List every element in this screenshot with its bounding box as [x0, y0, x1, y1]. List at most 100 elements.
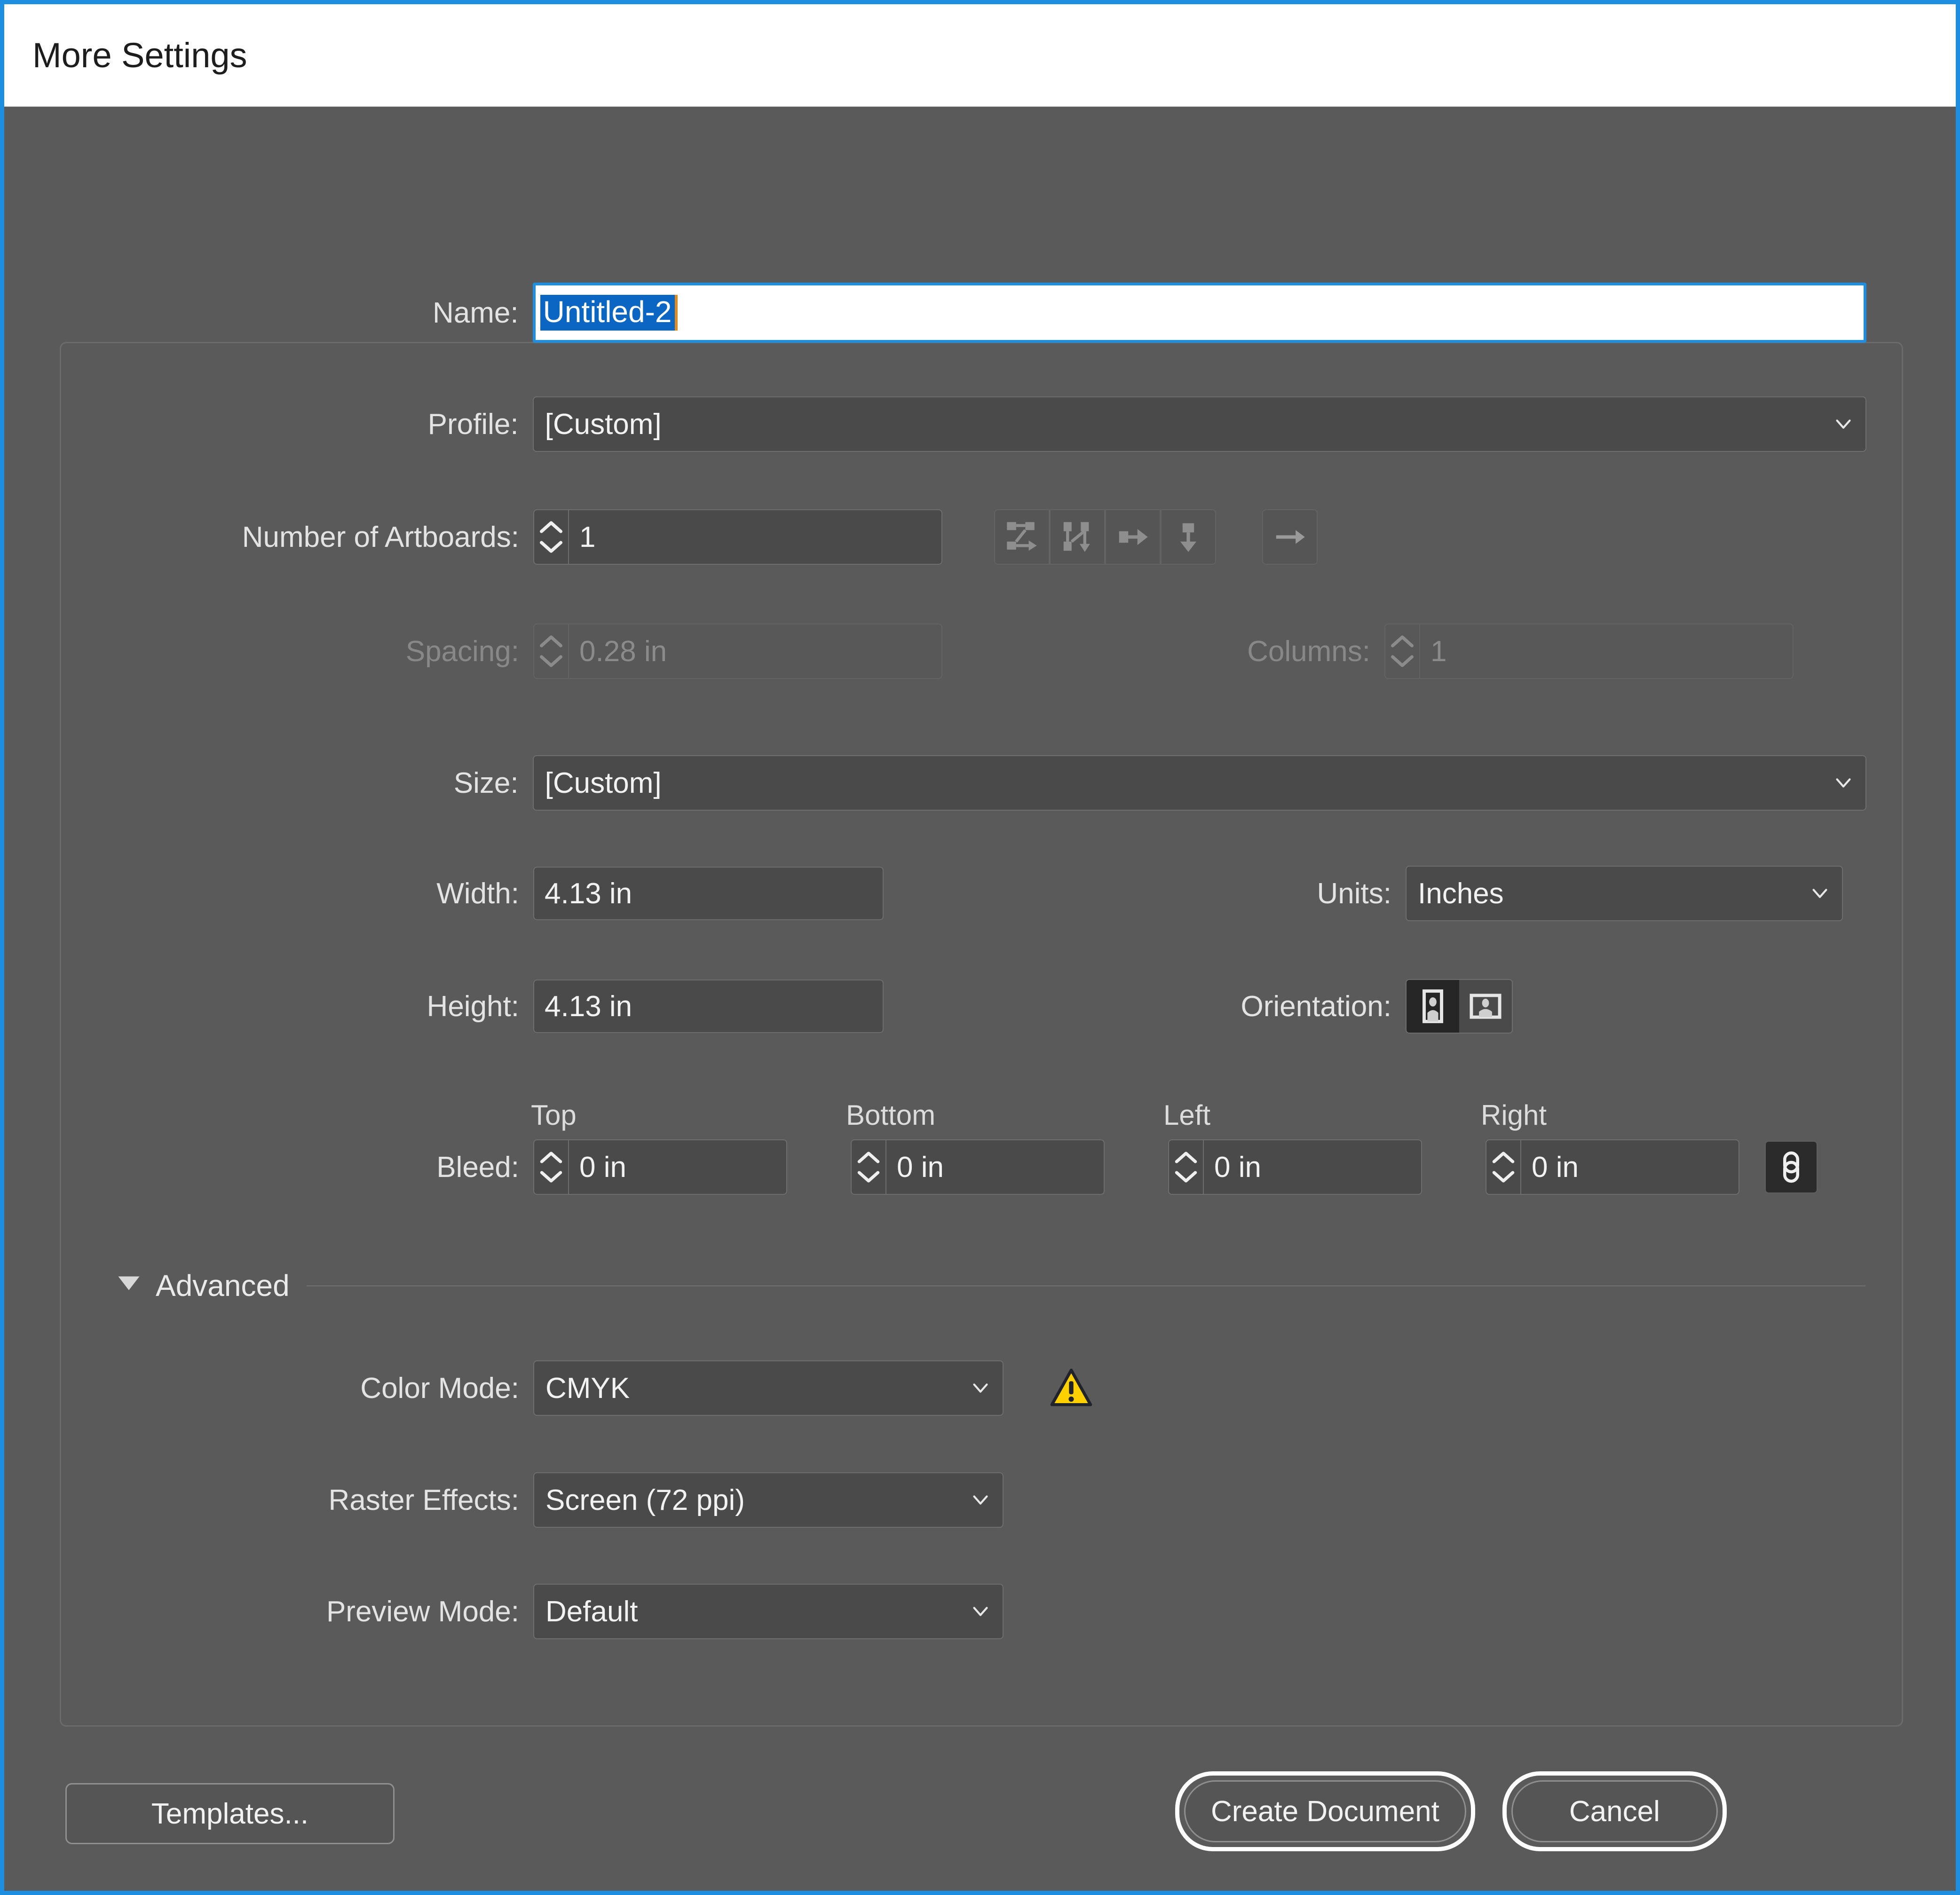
stepper-down-icon: [540, 655, 562, 667]
stepper-up-icon: [1175, 1152, 1197, 1163]
color-mode-label: Color Mode:: [360, 1372, 519, 1405]
bleed-top-stepper-arrows[interactable]: [534, 1140, 569, 1194]
preview-mode-label: Preview Mode:: [326, 1595, 519, 1628]
artboards-row: Number of Artboards: 1: [4, 509, 1866, 565]
landscape-icon[interactable]: [1459, 980, 1512, 1033]
color-mode-value: CMYK: [545, 1372, 630, 1405]
bleed-left-value[interactable]: 0 in: [1204, 1140, 1421, 1194]
width-label: Width:: [436, 877, 519, 910]
artboards-stepper[interactable]: 1: [533, 509, 942, 565]
bleed-header-left: Left: [1163, 1099, 1211, 1131]
stepper-up-icon: [1492, 1152, 1515, 1163]
orientation-label: Orientation:: [1241, 990, 1391, 1023]
artboards-stepper-arrows[interactable]: [534, 510, 569, 564]
chevron-down-icon: [1833, 772, 1854, 794]
color-mode-row: Color Mode: CMYK: [4, 1360, 1866, 1416]
cancel-button[interactable]: Cancel: [1502, 1771, 1727, 1851]
bleed-right-stepper-arrows[interactable]: [1486, 1140, 1521, 1194]
preview-mode-row: Preview Mode: Default: [4, 1583, 1866, 1640]
bleed-top-stepper[interactable]: 0 in: [533, 1139, 787, 1195]
footer-actions: Create Document Cancel: [1175, 1771, 1727, 1851]
raster-effects-label: Raster Effects:: [328, 1484, 519, 1516]
warning-triangle-icon: [1049, 1367, 1094, 1409]
bleed-left-stepper[interactable]: 0 in: [1168, 1139, 1422, 1195]
spacing-stepper: 0.28 in: [533, 624, 942, 679]
units-value: Inches: [1418, 877, 1504, 910]
bleed-right-value[interactable]: 0 in: [1521, 1140, 1739, 1194]
preview-mode-dropdown[interactable]: Default: [533, 1584, 1004, 1639]
bleed-right-stepper[interactable]: 0 in: [1486, 1139, 1739, 1195]
raster-effects-value: Screen (72 ppi): [545, 1484, 745, 1516]
name-input[interactable]: Untitled-2: [532, 283, 1866, 343]
name-label: Name:: [432, 296, 519, 329]
width-value: 4.13 in: [545, 877, 632, 910]
bleed-label: Bleed:: [436, 1151, 519, 1184]
spacing-label: Spacing:: [405, 635, 519, 668]
height-input[interactable]: 4.13 in: [533, 979, 884, 1033]
stepper-up-icon: [540, 521, 562, 533]
size-label: Size:: [453, 766, 519, 799]
advanced-label: Advanced: [156, 1269, 290, 1303]
width-units-row: Width: 4.13 in Units: Inches: [4, 865, 1866, 922]
grid-by-row-icon[interactable]: [994, 509, 1050, 565]
create-document-button[interactable]: Create Document: [1175, 1771, 1475, 1851]
stepper-up-icon: [1391, 635, 1414, 647]
advanced-section-header[interactable]: Advanced: [116, 1268, 1865, 1303]
bleed-header-right: Right: [1481, 1099, 1547, 1131]
stepper-up-icon: [857, 1152, 880, 1163]
profile-label: Profile:: [427, 408, 519, 441]
profile-value: [Custom]: [545, 408, 662, 441]
chevron-down-icon: [970, 1377, 991, 1399]
bleed-bottom-stepper-arrows[interactable]: [852, 1140, 886, 1194]
columns-stepper-arrows: [1385, 624, 1420, 678]
stepper-down-icon: [540, 541, 562, 553]
width-input[interactable]: 4.13 in: [533, 867, 884, 920]
bleed-top-value[interactable]: 0 in: [569, 1140, 786, 1194]
spacing-columns-row: Spacing: 0.28 in Columns: 1: [4, 623, 1866, 679]
name-row: Name: Untitled-2: [4, 283, 1866, 343]
arrange-by-row-icon[interactable]: [1105, 509, 1161, 565]
bleed-bottom-stepper[interactable]: 0 in: [851, 1139, 1105, 1195]
preview-mode-value: Default: [545, 1595, 638, 1628]
right-to-left-arrow-icon[interactable]: [1262, 509, 1318, 565]
artboards-label: Number of Artboards:: [242, 521, 519, 553]
columns-label: Columns:: [1247, 635, 1370, 668]
stepper-up-icon: [540, 635, 562, 647]
height-label: Height:: [427, 990, 519, 1023]
artboards-value[interactable]: 1: [569, 510, 941, 564]
create-document-button-label: Create Document: [1184, 1780, 1466, 1842]
chevron-down-icon: [970, 1489, 991, 1511]
raster-effects-dropdown[interactable]: Screen (72 ppi): [533, 1472, 1004, 1528]
dialog-title: More Settings: [32, 36, 247, 75]
units-dropdown[interactable]: Inches: [1406, 866, 1843, 921]
arrange-by-column-icon[interactable]: [1161, 509, 1216, 565]
name-input-value: Untitled-2: [540, 295, 678, 331]
dialog-titlebar: More Settings: [4, 4, 1956, 107]
bleed-left-stepper-arrows[interactable]: [1169, 1140, 1204, 1194]
chevron-down-icon: [1809, 883, 1831, 904]
units-label: Units:: [1317, 877, 1391, 910]
stepper-down-icon: [857, 1171, 880, 1183]
chevron-down-icon: [970, 1601, 991, 1622]
bleed-bottom-value[interactable]: 0 in: [886, 1140, 1104, 1194]
stepper-down-icon: [540, 1171, 562, 1183]
bleed-header-top: Top: [531, 1099, 577, 1131]
grid-by-column-icon[interactable]: [1050, 509, 1105, 565]
bleed-row: Bleed: 0 in 0 in 0 in 0 in: [4, 1139, 1866, 1195]
size-row: Size: [Custom]: [4, 755, 1866, 811]
artboard-layout-button-group: [994, 509, 1216, 565]
size-value: [Custom]: [545, 766, 662, 799]
stepper-down-icon: [1492, 1171, 1515, 1183]
profile-dropdown[interactable]: [Custom]: [532, 396, 1866, 452]
link-chain-icon[interactable]: [1765, 1141, 1818, 1193]
raster-effects-row: Raster Effects: Screen (72 ppi): [4, 1472, 1866, 1528]
columns-stepper: 1: [1384, 624, 1794, 679]
portrait-icon[interactable]: [1407, 980, 1459, 1033]
more-settings-dialog: More Settings Name: Untitled-2 Profile: …: [0, 0, 1960, 1895]
stepper-down-icon: [1391, 655, 1414, 667]
height-value: 4.13 in: [545, 990, 632, 1023]
triangle-down-icon[interactable]: [116, 1273, 142, 1298]
templates-button[interactable]: Templates...: [65, 1783, 395, 1844]
color-mode-dropdown[interactable]: CMYK: [533, 1360, 1004, 1416]
size-dropdown[interactable]: [Custom]: [532, 755, 1866, 811]
